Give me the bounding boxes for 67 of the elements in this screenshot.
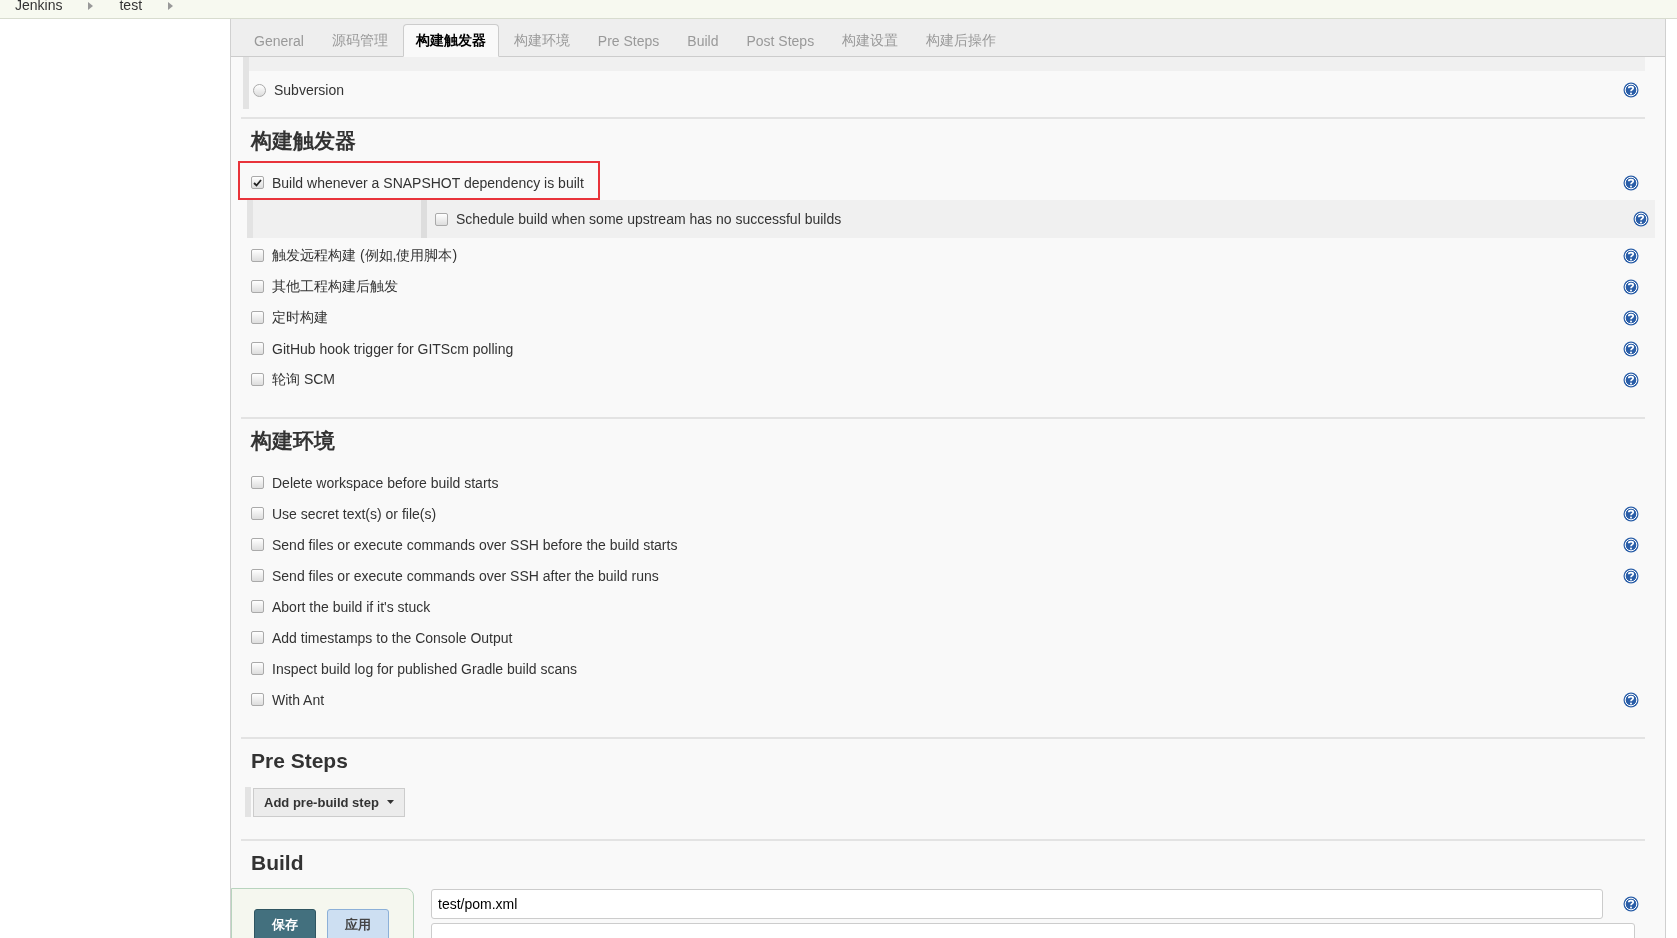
checkbox-label: Use secret text(s) or file(s) (272, 505, 437, 522)
checkbox-label: 定时构建 (272, 308, 328, 327)
help-icon[interactable] (1623, 340, 1639, 357)
checkbox-label: Build whenever a SNAPSHOT dependency is built (272, 174, 584, 191)
checkbox-label: 轮询 SCM (272, 370, 335, 389)
save-button[interactable]: 保存 (254, 909, 316, 938)
checkbox-label: Send files or execute commands over SSH after the build runs (272, 567, 659, 584)
checkbox-label: Inspect build log for published Gradle build scans (272, 660, 578, 677)
input-field[interactable]: test/pom.xml (431, 889, 1603, 919)
checkbox-label: 触发远程构建 (例如,使用脚本) (272, 246, 458, 265)
help-icon[interactable] (1623, 896, 1639, 912)
checkbox[interactable] (251, 662, 264, 675)
help-icon[interactable] (1623, 82, 1639, 98)
checkbox-label: GitHub hook trigger for GITScm polling (272, 340, 514, 357)
checkbox-label: Send files or execute commands over SSH before the build starts (272, 536, 678, 553)
checkbox-label: Abort the build if it's stuck (272, 598, 431, 615)
help-icon[interactable] (1623, 309, 1639, 326)
section-heading: 构建环境 (251, 428, 336, 454)
checkbox[interactable] (251, 342, 264, 355)
add-step-button[interactable]: Add pre-build step (253, 787, 405, 817)
tab[interactable]: 源码管理 (318, 24, 401, 57)
checkbox[interactable] (251, 249, 264, 262)
checkbox[interactable] (251, 176, 264, 189)
help-icon[interactable] (1633, 211, 1649, 227)
checkbox[interactable] (251, 507, 264, 520)
chevron-icon (88, 2, 94, 10)
chevron-icon (168, 2, 174, 10)
tab[interactable]: Pre Steps (584, 24, 673, 57)
help-icon[interactable] (1623, 278, 1639, 295)
tab[interactable]: Build (674, 24, 732, 57)
help-icon[interactable] (1623, 567, 1639, 584)
section-heading: 构建触发器 (251, 128, 357, 154)
checkbox[interactable] (251, 631, 264, 644)
help-icon[interactable] (1623, 505, 1639, 522)
radio-button[interactable] (253, 83, 266, 97)
help-icon[interactable] (1623, 371, 1639, 388)
option-label: Subversion (274, 82, 345, 98)
tab[interactable]: General (241, 24, 317, 57)
tab[interactable]: 构建触发器 (402, 24, 499, 57)
section-heading: Build (251, 850, 305, 876)
checkbox[interactable] (251, 538, 264, 551)
checkbox[interactable] (435, 212, 448, 226)
tab[interactable]: 构建设置 (829, 24, 912, 57)
tab[interactable]: 构建环境 (500, 24, 583, 57)
apply-button[interactable]: 应用 (327, 909, 389, 938)
section-heading: Pre Steps (251, 748, 349, 774)
help-icon[interactable] (1623, 536, 1639, 553)
caret-icon (386, 800, 394, 804)
tab[interactable]: 构建后操作 (913, 24, 1010, 57)
help-icon[interactable] (1623, 174, 1639, 191)
checkbox-label: Delete workspace before build starts (272, 474, 499, 491)
checkbox[interactable] (251, 280, 264, 293)
checkbox-label: 其他工程构建后触发 (272, 277, 398, 296)
checkbox[interactable] (251, 600, 264, 613)
checkbox-label: With Ant (272, 691, 325, 708)
help-icon[interactable] (1623, 247, 1639, 264)
checkbox[interactable] (251, 311, 264, 324)
help-icon[interactable] (1623, 691, 1639, 708)
tab[interactable]: Post Steps (733, 24, 828, 57)
checkbox[interactable] (251, 693, 264, 706)
checkbox-label: Add timestamps to the Console Output (272, 629, 513, 646)
checkbox[interactable] (251, 476, 264, 489)
checkbox[interactable] (251, 569, 264, 582)
breadcrumb-link[interactable]: test (119, 0, 143, 13)
breadcrumb-link[interactable]: Jenkins (15, 0, 63, 13)
checkbox[interactable] (251, 373, 264, 386)
checkbox-label: Schedule build when some upstream has no successful builds (456, 211, 842, 227)
